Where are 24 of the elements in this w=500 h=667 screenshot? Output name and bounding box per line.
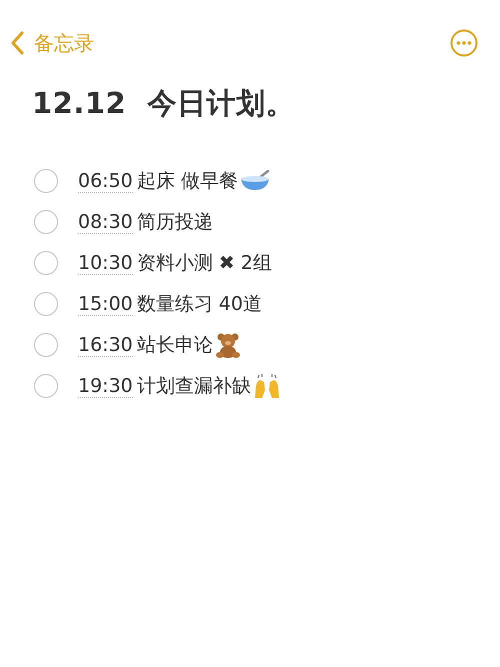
- time-link[interactable]: 08:30: [78, 210, 133, 234]
- task-text: 站长申论: [136, 333, 213, 358]
- more-icon[interactable]: [450, 29, 478, 57]
- task-text: 数量练习 40道: [136, 292, 262, 317]
- time-link[interactable]: 15:00: [78, 292, 133, 316]
- note-title: 12.12 今日计划。: [32, 85, 296, 122]
- teddy-bear-icon: [214, 332, 241, 358]
- chevron-left-icon: [10, 31, 24, 55]
- task-text: 计划查漏补缺: [136, 374, 251, 399]
- checkbox[interactable]: [34, 251, 58, 275]
- checkbox[interactable]: [34, 374, 58, 398]
- task-text: 资料小测 ✖ 2组: [136, 251, 272, 276]
- bowl-icon: [240, 170, 270, 192]
- checkbox[interactable]: [34, 210, 58, 234]
- checkbox[interactable]: [34, 169, 58, 193]
- time-link[interactable]: 10:30: [78, 252, 133, 274]
- checkbox[interactable]: [34, 333, 58, 357]
- task-text: 简历投递: [136, 210, 213, 235]
- checkbox[interactable]: [34, 292, 58, 316]
- raised-hands-icon: [252, 372, 281, 400]
- time-link[interactable]: 06:50: [78, 170, 133, 192]
- time-link[interactable]: 19:30: [78, 374, 133, 398]
- time-link[interactable]: 16:30: [78, 334, 133, 356]
- task-text: 起床 做早餐: [136, 169, 238, 194]
